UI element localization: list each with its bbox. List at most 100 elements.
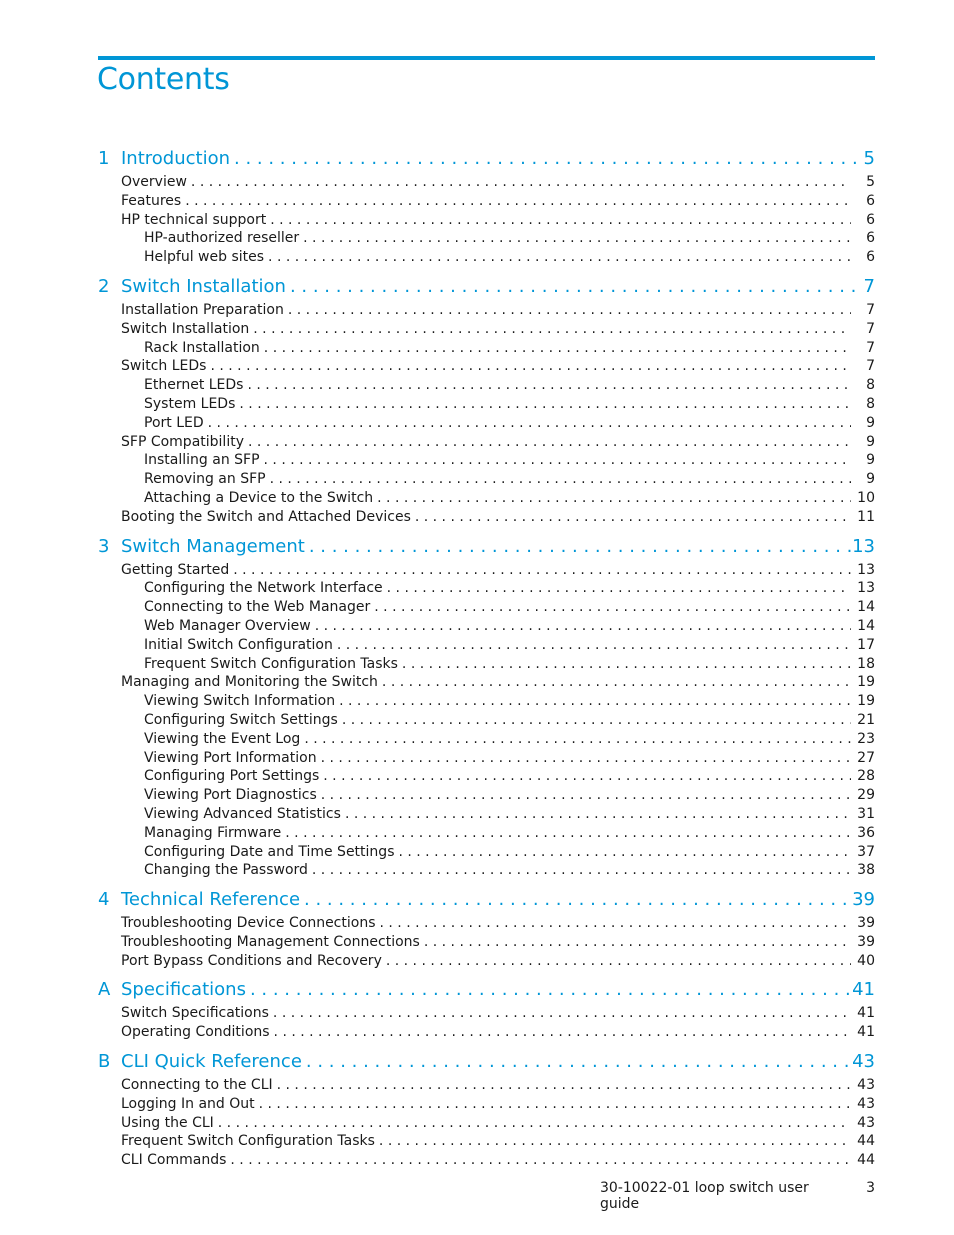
toc-subsection[interactable]: Port LED 9 bbox=[98, 415, 875, 434]
toc-section[interactable]: CLI Commands 44 bbox=[98, 1152, 875, 1171]
entry-title[interactable]: Changing the Password bbox=[144, 862, 308, 878]
entry-title[interactable]: Overview bbox=[121, 174, 187, 190]
toc-section[interactable]: Features 6 bbox=[98, 193, 875, 212]
toc-subsection[interactable]: Installing an SFP 9 bbox=[98, 452, 875, 471]
entry-title[interactable]: Managing Firmware bbox=[144, 825, 281, 841]
toc-subsection[interactable]: Configuring Port Settings 28 bbox=[98, 768, 875, 787]
toc-section[interactable]: Using the CLI 43 bbox=[98, 1115, 875, 1134]
toc-subsection[interactable]: Viewing the Event Log 23 bbox=[98, 731, 875, 750]
toc-subsection[interactable]: Managing Firmware 36 bbox=[98, 825, 875, 844]
entry-title[interactable]: Viewing Port Diagnostics bbox=[144, 787, 317, 803]
toc-subsection[interactable]: Attaching a Device to the Switch 10 bbox=[98, 490, 875, 509]
toc-section[interactable]: Logging In and Out 43 bbox=[98, 1096, 875, 1115]
entry-title[interactable]: Installing an SFP bbox=[144, 452, 260, 468]
entry-title[interactable]: Web Manager Overview bbox=[144, 618, 311, 634]
entry-title[interactable]: Connecting to the CLI bbox=[121, 1077, 273, 1093]
toc-section[interactable]: Getting Started 13 bbox=[98, 562, 875, 581]
entry-title[interactable]: Getting Started bbox=[121, 562, 229, 578]
toc-chapter-heading[interactable]: 4 Technical Reference 39 bbox=[98, 889, 875, 915]
entry-title[interactable]: Port Bypass Conditions and Recovery bbox=[121, 953, 382, 969]
entry-title[interactable]: Helpful web sites bbox=[144, 249, 264, 265]
entry-title[interactable]: Viewing Advanced Statistics bbox=[144, 806, 341, 822]
entry-title[interactable]: HP technical support bbox=[121, 212, 266, 228]
toc-section[interactable]: Operating Conditions 41 bbox=[98, 1024, 875, 1043]
chapter-title[interactable]: Specifications bbox=[121, 979, 246, 1000]
toc-subsection[interactable]: Viewing Port Diagnostics 29 bbox=[98, 787, 875, 806]
toc-section[interactable]: Managing and Monitoring the Switch 19 bbox=[98, 674, 875, 693]
entry-title[interactable]: Configuring the Network Interface bbox=[144, 580, 383, 596]
toc-section[interactable]: SFP Compatibility 9 bbox=[98, 434, 875, 453]
entry-title[interactable]: Switch Specifications bbox=[121, 1005, 269, 1021]
toc-section[interactable]: Troubleshooting Device Connections 39 bbox=[98, 915, 875, 934]
chapter-title[interactable]: Introduction bbox=[121, 148, 230, 169]
toc-section[interactable]: Installation Preparation 7 bbox=[98, 302, 875, 321]
toc-subsection[interactable]: Frequent Switch Configuration Tasks 18 bbox=[98, 656, 875, 675]
entry-title[interactable]: HP-authorized reseller bbox=[144, 230, 299, 246]
entry-title[interactable]: Viewing Port Information bbox=[144, 750, 317, 766]
entry-title[interactable]: Configuring Date and Time Settings bbox=[144, 844, 394, 860]
toc-chapter-heading[interactable]: 3 Switch Management 13 bbox=[98, 536, 875, 562]
entry-title[interactable]: Switch LEDs bbox=[121, 358, 206, 374]
toc-section[interactable]: Port Bypass Conditions and Recovery 40 bbox=[98, 953, 875, 972]
toc-section[interactable]: Switch LEDs 7 bbox=[98, 358, 875, 377]
entry-title[interactable]: Frequent Switch Configuration Tasks bbox=[144, 656, 398, 672]
toc-subsection[interactable]: Removing an SFP 9 bbox=[98, 471, 875, 490]
entry-title[interactable]: Connecting to the Web Manager bbox=[144, 599, 370, 615]
toc-section[interactable]: Booting the Switch and Attached Devices 1… bbox=[98, 509, 875, 528]
toc-chapter-heading[interactable]: 1 Introduction 5 bbox=[98, 148, 875, 174]
chapter-title[interactable]: Technical Reference bbox=[121, 889, 300, 910]
toc-subsection[interactable]: Configuring Date and Time Settings 37 bbox=[98, 844, 875, 863]
toc-subsection[interactable]: Ethernet LEDs 8 bbox=[98, 377, 875, 396]
toc-chapter-heading[interactable]: 2 Switch Installation 7 bbox=[98, 276, 875, 302]
entry-title[interactable]: Frequent Switch Configuration Tasks bbox=[121, 1133, 375, 1149]
toc-chapter-heading[interactable]: A Specifications 41 bbox=[98, 979, 875, 1005]
toc-subsection[interactable]: Web Manager Overview 14 bbox=[98, 618, 875, 637]
toc-subsection[interactable]: HP-authorized reseller 6 bbox=[98, 230, 875, 249]
entry-title[interactable]: Rack Installation bbox=[144, 340, 260, 356]
toc-section[interactable]: Switch Installation 7 bbox=[98, 321, 875, 340]
entry-title[interactable]: Attaching a Device to the Switch bbox=[144, 490, 373, 506]
entry-title[interactable]: Initial Switch Configuration bbox=[144, 637, 333, 653]
toc-section[interactable]: Switch Specifications 41 bbox=[98, 1005, 875, 1024]
toc-section[interactable]: Connecting to the CLI 43 bbox=[98, 1077, 875, 1096]
toc-chapter-heading[interactable]: B CLI Quick Reference 43 bbox=[98, 1051, 875, 1077]
toc-subsection[interactable]: Configuring Switch Settings 21 bbox=[98, 712, 875, 731]
toc-subsection[interactable]: Changing the Password 38 bbox=[98, 862, 875, 881]
toc-subsection[interactable]: Viewing Port Information 27 bbox=[98, 750, 875, 769]
toc-subsection[interactable]: Helpful web sites 6 bbox=[98, 249, 875, 268]
chapter-title[interactable]: CLI Quick Reference bbox=[121, 1051, 302, 1072]
entry-title[interactable]: Ethernet LEDs bbox=[144, 377, 243, 393]
entry-title[interactable]: Features bbox=[121, 193, 181, 209]
entry-title[interactable]: Configuring Switch Settings bbox=[144, 712, 338, 728]
chapter-title[interactable]: Switch Installation bbox=[121, 276, 286, 297]
entry-title[interactable]: Troubleshooting Management Connections bbox=[121, 934, 420, 950]
toc-subsection[interactable]: Initial Switch Configuration 17 bbox=[98, 637, 875, 656]
entry-title[interactable]: CLI Commands bbox=[121, 1152, 226, 1168]
entry-title[interactable]: Troubleshooting Device Connections bbox=[121, 915, 376, 931]
entry-title[interactable]: SFP Compatibility bbox=[121, 434, 244, 450]
toc-subsection[interactable]: System LEDs 8 bbox=[98, 396, 875, 415]
toc-subsection[interactable]: Rack Installation 7 bbox=[98, 340, 875, 359]
entry-title[interactable]: System LEDs bbox=[144, 396, 235, 412]
entry-title[interactable]: Managing and Monitoring the Switch bbox=[121, 674, 378, 690]
toc-subsection[interactable]: Connecting to the Web Manager 14 bbox=[98, 599, 875, 618]
entry-title[interactable]: Using the CLI bbox=[121, 1115, 214, 1131]
entry-title[interactable]: Viewing Switch Information bbox=[144, 693, 335, 709]
chapter-title[interactable]: Switch Management bbox=[121, 536, 305, 557]
entry-title[interactable]: Configuring Port Settings bbox=[144, 768, 319, 784]
toc-subsection[interactable]: Viewing Switch Information 19 bbox=[98, 693, 875, 712]
toc-section[interactable]: HP technical support 6 bbox=[98, 212, 875, 231]
toc-subsection[interactable]: Configuring the Network Interface 13 bbox=[98, 580, 875, 599]
entry-title[interactable]: Port LED bbox=[144, 415, 204, 431]
entry-title[interactable]: Viewing the Event Log bbox=[144, 731, 300, 747]
toc-subsection[interactable]: Viewing Advanced Statistics 31 bbox=[98, 806, 875, 825]
entry-title[interactable]: Switch Installation bbox=[121, 321, 249, 337]
entry-title[interactable]: Removing an SFP bbox=[144, 471, 266, 487]
toc-section[interactable]: Troubleshooting Management Connections 39 bbox=[98, 934, 875, 953]
entry-title[interactable]: Operating Conditions bbox=[121, 1024, 270, 1040]
toc-section[interactable]: Overview 5 bbox=[98, 174, 875, 193]
entry-title[interactable]: Installation Preparation bbox=[121, 302, 284, 318]
entry-title[interactable]: Logging In and Out bbox=[121, 1096, 255, 1112]
entry-title[interactable]: Booting the Switch and Attached Devices bbox=[121, 509, 411, 525]
toc-section[interactable]: Frequent Switch Configuration Tasks 44 bbox=[98, 1133, 875, 1152]
